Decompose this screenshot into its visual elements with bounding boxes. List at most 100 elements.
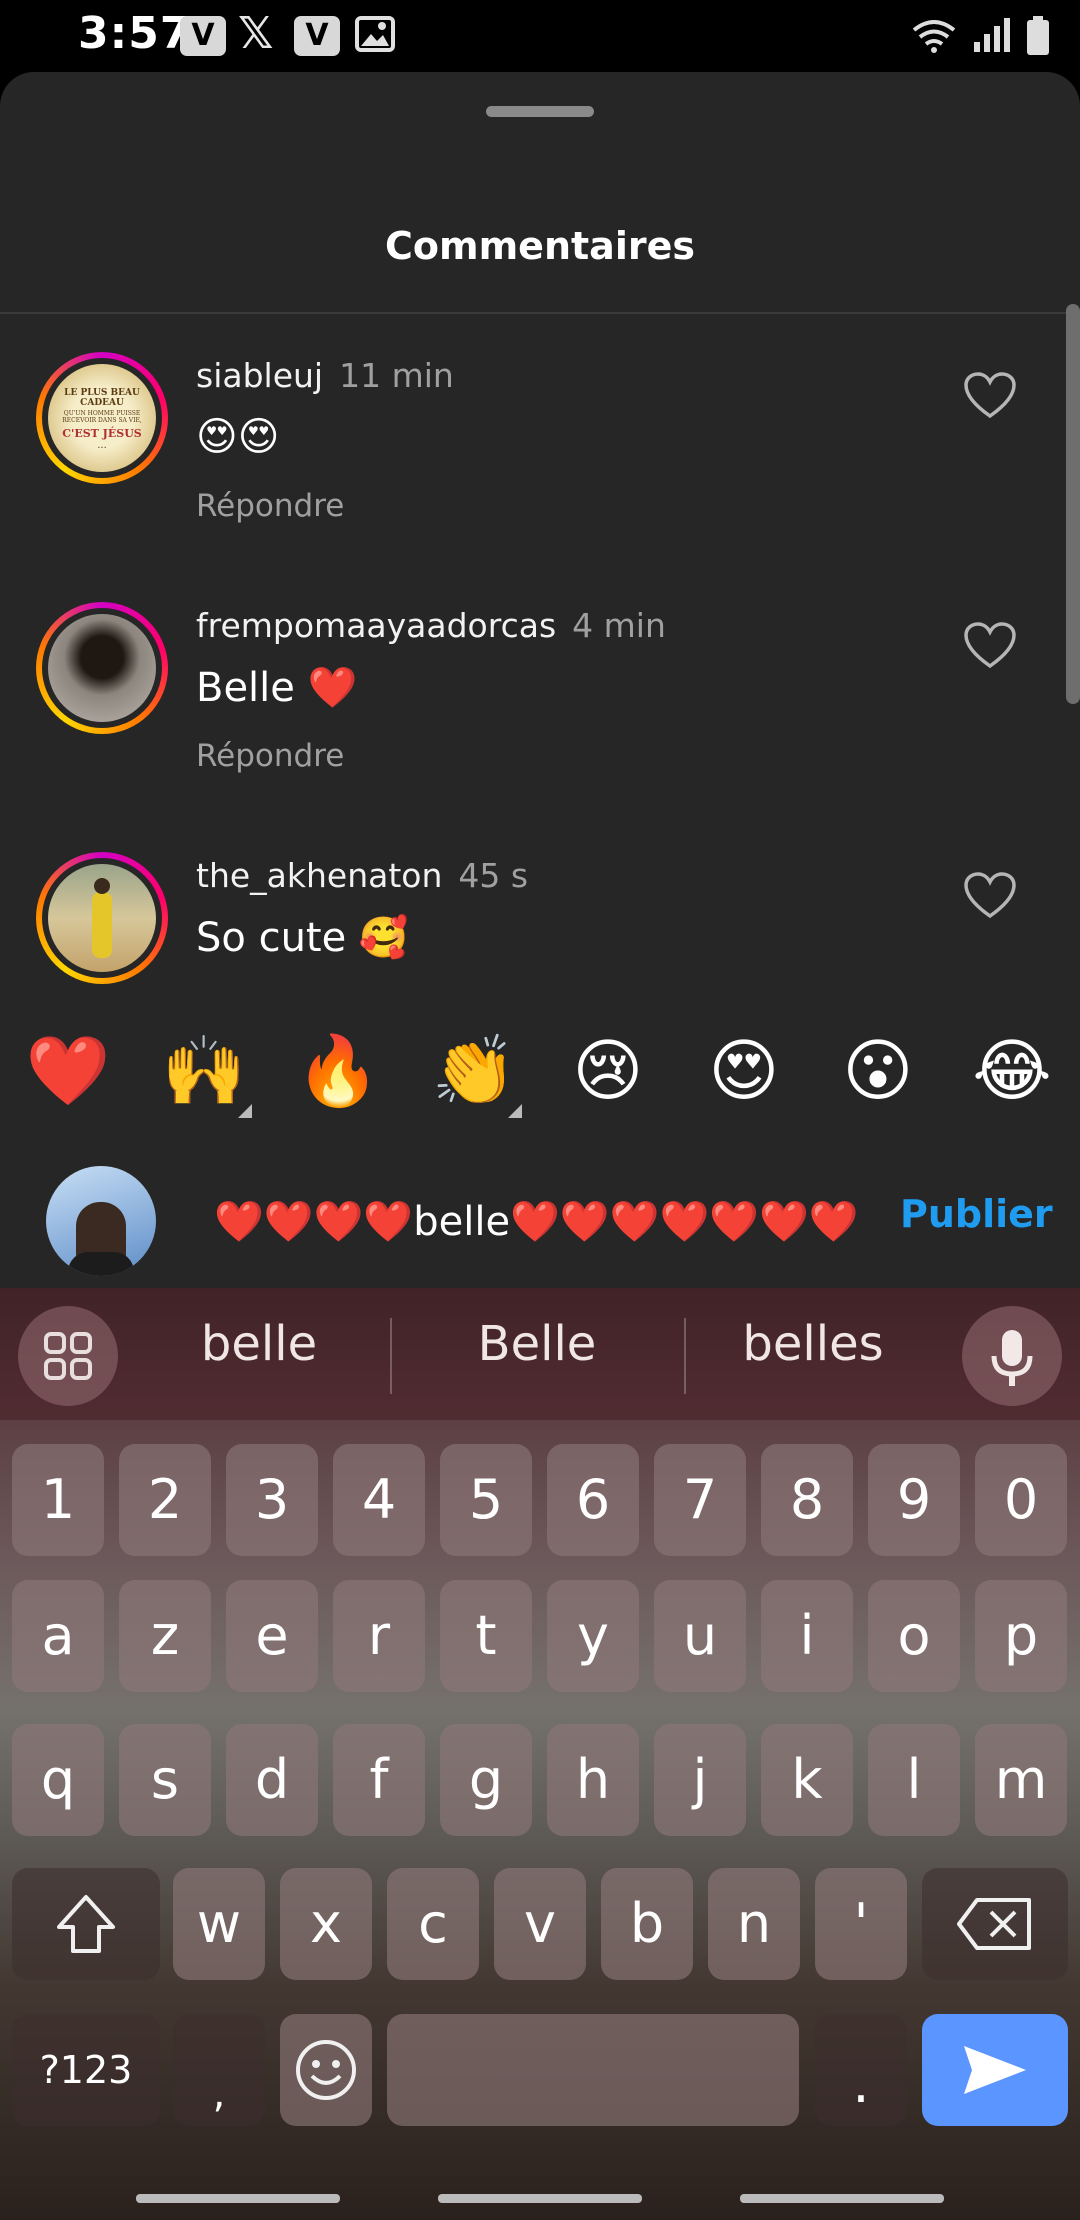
avatar[interactable]	[36, 852, 168, 984]
backspace-icon	[957, 1898, 1031, 1950]
key-q[interactable]: q	[12, 1724, 104, 1836]
symbols-key[interactable]: ?123	[12, 2014, 160, 2126]
sheet-drag-handle[interactable]	[486, 106, 594, 117]
like-heart-icon[interactable]	[964, 622, 1016, 670]
v-app-icon: V	[294, 16, 340, 56]
key-h[interactable]: h	[547, 1724, 639, 1836]
key-1[interactable]: 1	[12, 1444, 104, 1556]
shift-icon	[57, 1895, 115, 1953]
comments-sheet: Commentaires LE PLUS BEAU CADEAU QU'UN H…	[0, 72, 1080, 1288]
key-c[interactable]: c	[387, 1868, 479, 1980]
voice-input-button[interactable]	[962, 1306, 1062, 1406]
key-m[interactable]: m	[975, 1724, 1067, 1836]
like-heart-icon[interactable]	[964, 872, 1016, 920]
emoji-clapping[interactable]: 👏	[424, 1022, 524, 1122]
comment-time: 11 min	[339, 356, 454, 395]
comment-username[interactable]: siableuj	[196, 356, 323, 395]
key-e[interactable]: e	[226, 1580, 318, 1692]
comment-text: 😍😍	[196, 414, 280, 460]
key-f[interactable]: f	[333, 1724, 425, 1836]
comment-time: 4 min	[572, 606, 666, 645]
emoji-heart[interactable]: ❤️	[18, 1022, 118, 1122]
key-o[interactable]: o	[868, 1580, 960, 1692]
comment-composer: ❤️❤️❤️❤️belle❤️❤️❤️❤️❤️❤️❤️❤️ Publier	[0, 1162, 1080, 1288]
divider	[0, 312, 1080, 314]
key-8[interactable]: 8	[761, 1444, 853, 1556]
key-0[interactable]: 0	[975, 1444, 1067, 1556]
key-7[interactable]: 7	[654, 1444, 746, 1556]
comment-header: siableuj 11 min	[196, 356, 454, 395]
comment-username[interactable]: frempomaayaadorcas	[196, 606, 556, 645]
backspace-key[interactable]	[922, 1868, 1068, 1980]
emoji-raising-hands[interactable]: 🙌	[154, 1022, 254, 1122]
key-s[interactable]: s	[119, 1724, 211, 1836]
period-key[interactable]: .	[815, 2014, 907, 2126]
like-heart-icon[interactable]	[964, 372, 1016, 420]
comment-text: So cute 🥰	[196, 915, 409, 961]
v-app-icon: V	[180, 16, 226, 56]
key-a[interactable]: a	[12, 1580, 104, 1692]
comment-item: LE PLUS BEAU CADEAU QU'UN HOMME PUISSE R…	[0, 352, 1080, 582]
key-w[interactable]: w	[173, 1868, 265, 1980]
suggestion-2[interactable]: Belle	[402, 1316, 672, 1372]
key-6[interactable]: 6	[547, 1444, 639, 1556]
send-icon	[964, 2046, 1026, 2094]
key-k[interactable]: k	[761, 1724, 853, 1836]
comment-time: 45 s	[458, 856, 529, 895]
key-j[interactable]: j	[654, 1724, 746, 1836]
key-x[interactable]: x	[280, 1868, 372, 1980]
grid-icon	[44, 1332, 92, 1380]
emoji-surprised[interactable]: 😮	[828, 1022, 928, 1122]
key-2[interactable]: 2	[119, 1444, 211, 1556]
key-4[interactable]: 4	[333, 1444, 425, 1556]
key-i[interactable]: i	[761, 1580, 853, 1692]
emoji-fire[interactable]: 🔥	[288, 1022, 388, 1122]
key-apostrophe[interactable]: '	[815, 1868, 907, 1980]
nav-recents[interactable]	[740, 2194, 944, 2203]
navigation-bar	[0, 2178, 1080, 2220]
key-l[interactable]: l	[868, 1724, 960, 1836]
comment-username[interactable]: the_akhenaton	[196, 856, 442, 895]
suggestion-3[interactable]: belles	[678, 1316, 948, 1372]
keyboard-menu-button[interactable]	[18, 1306, 118, 1406]
key-t[interactable]: t	[440, 1580, 532, 1692]
space-bar[interactable]	[387, 2014, 799, 2126]
reply-button[interactable]: Répondre	[196, 738, 344, 774]
reply-button[interactable]: Répondre	[196, 488, 344, 524]
comment-item: the_akhenaton 45 s So cute 🥰	[0, 852, 1080, 1002]
key-r[interactable]: r	[333, 1580, 425, 1692]
key-5[interactable]: 5	[440, 1444, 532, 1556]
shift-key[interactable]	[12, 1868, 160, 1980]
key-d[interactable]: d	[226, 1724, 318, 1836]
key-z[interactable]: z	[119, 1580, 211, 1692]
x-app-icon: 𝕏	[238, 8, 274, 59]
nav-back[interactable]	[136, 2194, 340, 2203]
send-key[interactable]	[922, 2014, 1068, 2126]
emoji-heart-eyes[interactable]: 😍	[694, 1022, 794, 1122]
key-n[interactable]: n	[708, 1868, 800, 1980]
key-3[interactable]: 3	[226, 1444, 318, 1556]
key-9[interactable]: 9	[868, 1444, 960, 1556]
key-v[interactable]: v	[494, 1868, 586, 1980]
status-bar: 3:57 V 𝕏 V	[0, 0, 1080, 72]
image-icon	[352, 16, 398, 56]
emoji-laughing[interactable]: 😂	[962, 1022, 1062, 1122]
nav-home[interactable]	[438, 2194, 642, 2203]
avatar[interactable]	[36, 602, 168, 734]
comment-input[interactable]: ❤️❤️❤️❤️belle❤️❤️❤️❤️❤️❤️❤️❤️	[214, 1190, 858, 1254]
comment-header: frempomaayaadorcas 4 min	[196, 606, 666, 645]
comma-key[interactable]: ,	[173, 2014, 265, 2126]
suggestion-1[interactable]: belle	[124, 1316, 394, 1372]
key-g[interactable]: g	[440, 1724, 532, 1836]
key-b[interactable]: b	[601, 1868, 693, 1980]
key-p[interactable]: p	[975, 1580, 1067, 1692]
suggestion-bar: belle Belle belles	[0, 1288, 1080, 1420]
comment-header: the_akhenaton 45 s	[196, 856, 528, 895]
emoji-key[interactable]	[280, 2014, 372, 2126]
publish-button[interactable]: Publier	[900, 1192, 1053, 1236]
key-y[interactable]: y	[547, 1580, 639, 1692]
avatar[interactable]: LE PLUS BEAU CADEAU QU'UN HOMME PUISSE R…	[36, 352, 168, 484]
emoji-crying[interactable]: 😢	[558, 1022, 658, 1122]
key-u[interactable]: u	[654, 1580, 746, 1692]
sheet-title: Commentaires	[385, 224, 695, 268]
